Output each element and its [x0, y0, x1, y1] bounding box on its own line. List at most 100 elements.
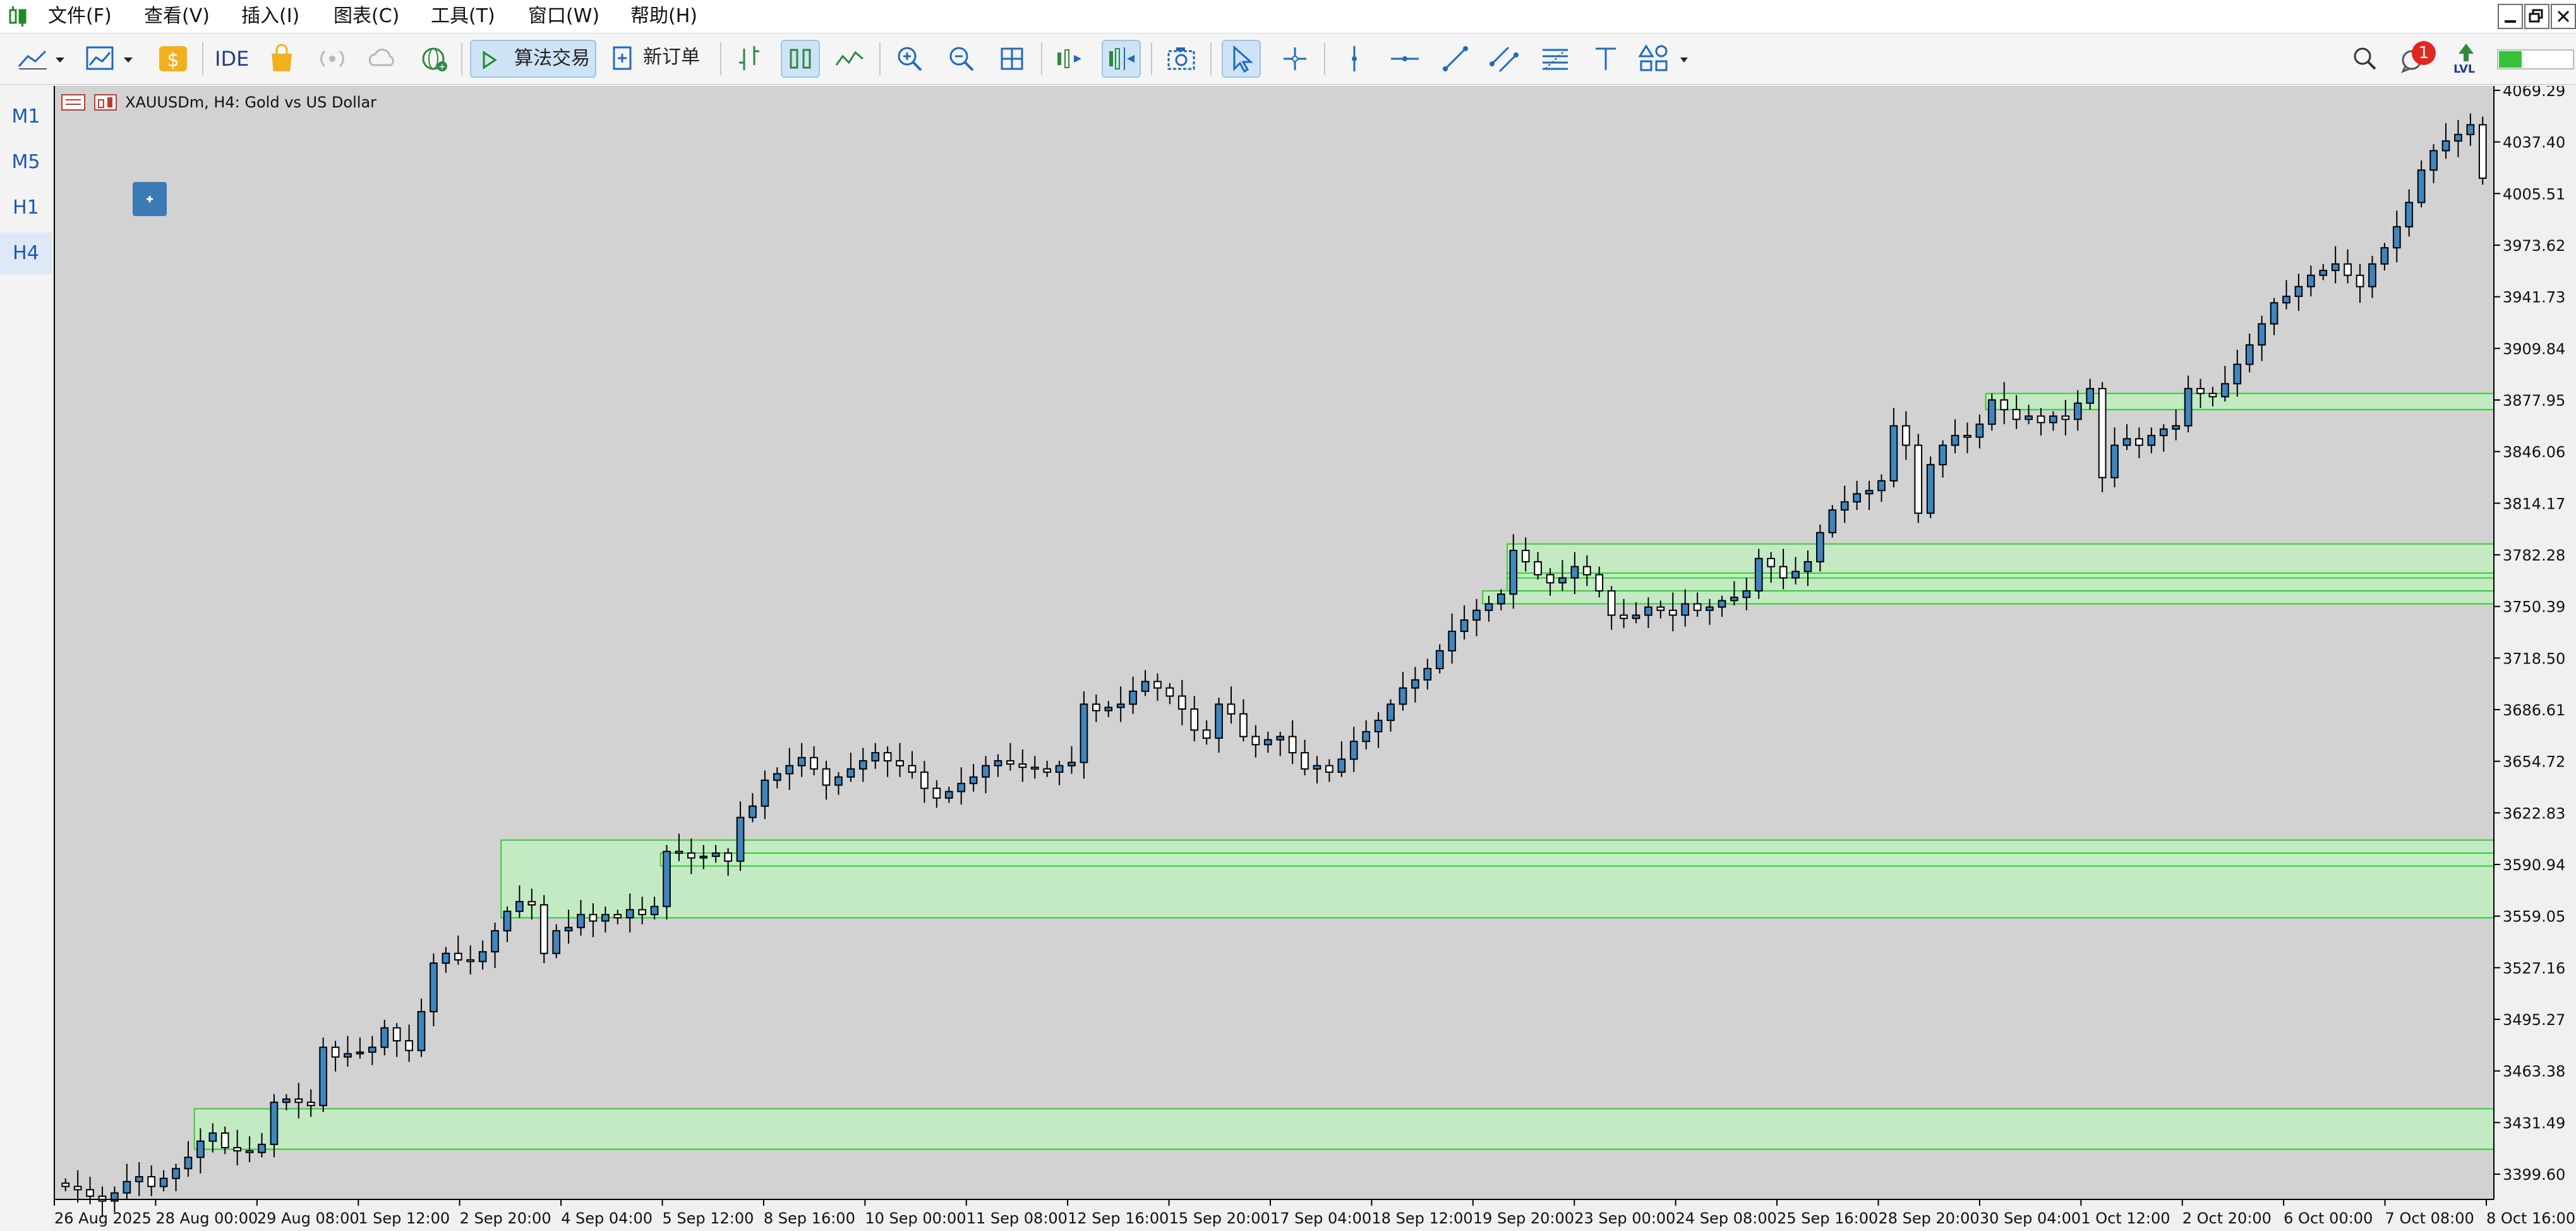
timeframe-h4[interactable]: H4 [0, 233, 52, 274]
algo-trading-button[interactable]: 算法交易 [470, 40, 596, 78]
candle-body [2294, 286, 2303, 297]
candle-body [344, 1053, 352, 1058]
candle-body [699, 856, 708, 859]
menu-view[interactable]: 查看(V) [144, 0, 210, 33]
connection-status[interactable] [2495, 40, 2576, 78]
candle-body [1251, 736, 1260, 746]
one-click-trading-button[interactable] [133, 182, 167, 216]
chart-list-icon[interactable] [61, 92, 121, 112]
time-tick-label: 12 Sep 16:00 [1068, 1210, 1169, 1227]
market-button[interactable]: $ [157, 40, 192, 78]
candle-body [944, 791, 953, 799]
vps-button[interactable] [365, 40, 400, 78]
candle-body [258, 1143, 266, 1153]
shop-button[interactable] [265, 40, 301, 78]
candle-body [1509, 550, 1518, 595]
candle-body [564, 926, 573, 931]
candle-body [196, 1140, 205, 1158]
timeframe-m1[interactable]: M1 [0, 96, 52, 138]
web-install-button[interactable]: + [417, 40, 452, 78]
candle-body [1202, 729, 1211, 739]
notifications-button[interactable]: 1 [2397, 40, 2436, 78]
candle-body [1570, 566, 1579, 579]
menu-file[interactable]: 文件(F) [48, 0, 112, 33]
time-tick-label: 30 Sep 04:00 [1980, 1210, 2081, 1227]
trendline-button[interactable] [1436, 40, 1474, 78]
app-candles-icon[interactable] [6, 5, 29, 28]
candle-body [123, 1180, 131, 1194]
crosshair-button[interactable] [1276, 40, 1314, 78]
menu-window[interactable]: 窗口(W) [528, 0, 599, 33]
time-tick-label: 2 Sep 20:00 [460, 1210, 551, 1227]
vertical-line-button[interactable] [1335, 40, 1373, 78]
candle-body [1177, 695, 1186, 710]
zoom-in-button[interactable] [891, 40, 929, 78]
candle-body [2258, 323, 2266, 346]
candle-body [920, 771, 929, 789]
price-tick-label: 4037.40 [2503, 134, 2565, 152]
line-chart-button[interactable] [831, 40, 869, 78]
candlestick-icon [790, 49, 811, 69]
menu-tools[interactable]: 工具(T) [431, 0, 495, 33]
timeframe-h1[interactable]: H1 [0, 187, 52, 229]
candle-body [1877, 480, 1886, 492]
candle-body [1092, 703, 1100, 712]
candle-body [1963, 435, 1971, 438]
search-icon [2354, 47, 2376, 70]
support-zone [1985, 392, 2495, 411]
close-button[interactable] [2551, 4, 2576, 29]
tile-windows-button[interactable] [994, 40, 1032, 78]
menu-chart[interactable]: 图表(C) [334, 0, 399, 33]
toolbar-separator [879, 42, 881, 75]
restore-button[interactable] [2524, 4, 2549, 29]
candle-body [1706, 606, 1714, 611]
candle-body [159, 1177, 168, 1187]
signals-button[interactable] [315, 40, 350, 78]
menu-help[interactable]: 帮助(H) [630, 0, 697, 33]
candle-body [1632, 614, 1640, 619]
price-chart[interactable]: 4069.29 4037.40 4005.51 3973.62 3941.73 3909.… [53, 86, 2576, 1231]
candle-body [2405, 202, 2414, 227]
channel-button[interactable] [1486, 40, 1524, 78]
ide-button[interactable]: IDE [215, 40, 258, 78]
minimize-button[interactable] [2498, 4, 2523, 29]
search-button[interactable] [2347, 40, 2383, 78]
fibonacci-icon [1543, 49, 1568, 70]
candle-body [478, 951, 487, 962]
chart-templates-dropdown[interactable] [83, 40, 141, 78]
level-button[interactable]: LVL [2448, 40, 2486, 78]
menu-insert[interactable]: 插入(I) [241, 0, 299, 33]
text-tool-button[interactable] [1587, 40, 1625, 78]
time-tick-label: 28 Sep 20:00 [1879, 1210, 1980, 1227]
cursor-button[interactable] [1222, 40, 1261, 78]
toolbar: $ IDE + 算法交易 新订单 1 LVL [0, 33, 2576, 85]
zoom-out-button[interactable] [942, 40, 980, 78]
shapes-dropdown[interactable] [1636, 40, 1694, 78]
auto-scroll-button[interactable] [1051, 40, 1089, 78]
candlestick-chart-button[interactable] [781, 40, 820, 78]
bar-chart-button[interactable] [731, 40, 769, 78]
candle-body [625, 909, 634, 919]
candle-body [1497, 593, 1505, 605]
candle-body [2392, 226, 2401, 249]
screenshot-button[interactable] [1162, 40, 1200, 78]
candle-body [98, 1195, 107, 1202]
toolbar-separator [1041, 42, 1042, 75]
toolbar-separator [202, 42, 203, 75]
time-tick-label: 28 Aug 00:00 [155, 1210, 258, 1227]
fibonacci-button[interactable] [1536, 40, 1574, 78]
candle-body [638, 909, 646, 916]
price-tick-label: 3718.50 [2503, 650, 2565, 667]
dollar-icon: $ [159, 46, 187, 71]
time-tick-label: 10 Sep 00:00 [865, 1210, 966, 1227]
chart-window[interactable]: 4069.29 4037.40 4005.51 3973.62 3941.73 3909.… [53, 86, 2576, 1231]
chart-shift-button[interactable] [1102, 40, 1141, 78]
support-zone [193, 1108, 2495, 1150]
toolbar-separator [1324, 42, 1325, 75]
horizontal-line-button[interactable] [1386, 40, 1424, 78]
time-tick-label: 19 Sep 20:00 [1473, 1210, 1574, 1227]
price-tick-label: 3431.49 [2503, 1114, 2565, 1132]
new-order-button[interactable]: 新订单 [608, 40, 711, 78]
timeframe-m5[interactable]: M5 [0, 142, 52, 183]
line-style-dropdown[interactable] [15, 40, 73, 78]
